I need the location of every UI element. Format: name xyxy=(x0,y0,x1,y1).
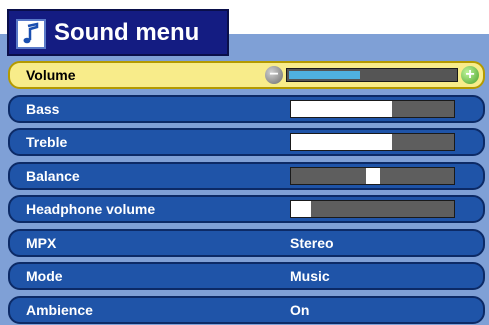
menu-item-volume[interactable]: Volume − + xyxy=(8,61,485,89)
menu-title-tab: Sound menu xyxy=(7,9,229,56)
menu-item-treble[interactable]: Treble xyxy=(8,128,485,156)
menu-item-label: Ambience xyxy=(26,302,93,318)
volume-slider[interactable] xyxy=(286,68,458,82)
treble-slider-fill xyxy=(291,134,393,150)
volume-slider-fill xyxy=(289,71,361,79)
menu-item-ambience[interactable]: Ambience On xyxy=(8,296,485,324)
menu-item-mpx[interactable]: MPX Stereo xyxy=(8,229,485,257)
menu-item-headphone-volume[interactable]: Headphone volume xyxy=(8,195,485,223)
menu-item-label: Headphone volume xyxy=(26,201,156,217)
menu-item-label: Volume xyxy=(26,67,76,83)
menu-item-balance[interactable]: Balance xyxy=(8,162,485,190)
page-title: Sound menu xyxy=(54,19,200,46)
bass-slider[interactable] xyxy=(290,100,455,118)
ambience-value: On xyxy=(290,302,310,318)
menu-item-label: Treble xyxy=(26,134,68,150)
balance-slider[interactable] xyxy=(290,167,455,185)
headphone-volume-slider-fill xyxy=(291,201,311,217)
music-note-icon xyxy=(16,19,46,49)
menu-item-mode[interactable]: Mode Music xyxy=(8,262,485,290)
menu-item-label: Bass xyxy=(26,101,60,117)
menu-item-label: Balance xyxy=(26,168,80,184)
mode-value: Music xyxy=(290,268,330,284)
mpx-value: Stereo xyxy=(290,235,334,251)
menu-item-bass[interactable]: Bass xyxy=(8,95,485,123)
volume-down-button[interactable]: − xyxy=(265,66,283,84)
menu-item-label: Mode xyxy=(26,268,63,284)
balance-slider-knob[interactable] xyxy=(365,168,380,184)
bass-slider-fill xyxy=(291,101,393,117)
headphone-volume-slider[interactable] xyxy=(290,200,455,218)
volume-up-button[interactable]: + xyxy=(461,66,479,84)
menu-item-label: MPX xyxy=(26,235,57,251)
treble-slider[interactable] xyxy=(290,133,455,151)
